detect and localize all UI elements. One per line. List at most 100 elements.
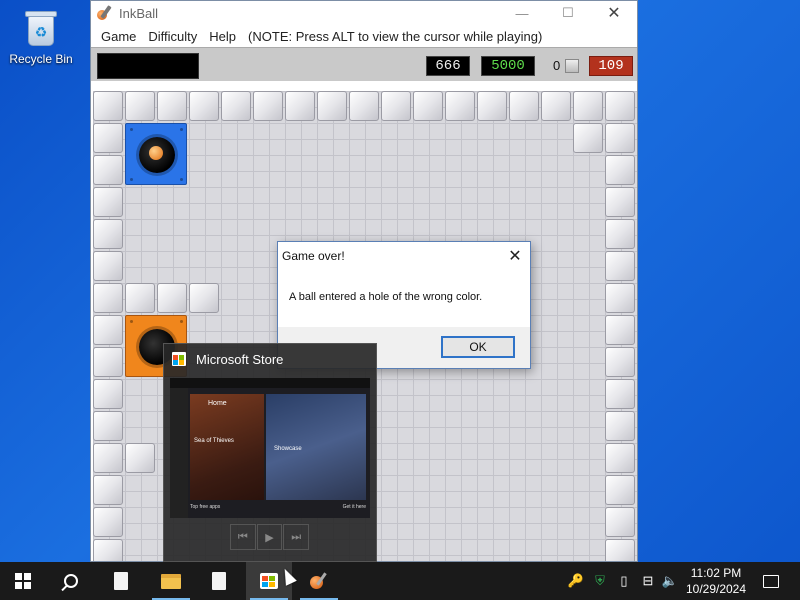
wall-tile — [221, 91, 251, 121]
wall-tile — [189, 283, 219, 313]
wall-tile — [605, 443, 635, 473]
wall-tile — [605, 187, 635, 217]
search-button[interactable] — [48, 562, 94, 600]
wall-tile — [605, 475, 635, 505]
wall-tile — [93, 443, 123, 473]
score-display: 666 — [426, 56, 470, 76]
wall-tile — [605, 91, 635, 121]
dialog-title: Game over! — [282, 248, 345, 263]
menu-difficulty[interactable]: Difficulty — [142, 29, 203, 44]
wall-tile — [317, 91, 347, 121]
wall-tile — [445, 91, 475, 121]
wall-tile — [125, 443, 155, 473]
store-thumbnail-preview[interactable]: Microsoft Store Home Sea of Thieves Show… — [163, 343, 377, 562]
wall-tile — [605, 315, 635, 345]
wall-tile — [93, 539, 123, 561]
wall-tile — [93, 251, 123, 281]
usb-icon[interactable]: ▯ — [614, 562, 634, 600]
wall-tile — [605, 283, 635, 313]
thumbnail-header: Microsoft Store — [164, 344, 376, 374]
recycle-bin[interactable]: ♻ Recycle Bin — [6, 8, 76, 66]
wall-tile — [189, 91, 219, 121]
window-title: InkBall — [119, 5, 159, 21]
lives-display: 109 — [589, 56, 633, 76]
taskbar-file-explorer[interactable] — [148, 562, 194, 600]
notification-icon — [763, 574, 779, 588]
store-home-label: Home — [208, 400, 227, 407]
system-clock[interactable]: 11:02 PM 10/29/2024 — [684, 565, 748, 597]
wall-tile — [605, 347, 635, 377]
taskbar-inkball[interactable] — [296, 562, 342, 600]
target-score-display: 5000 — [481, 56, 535, 76]
dialog-title-bar[interactable]: Game over! ✕ — [278, 242, 530, 269]
wall-tile — [125, 91, 155, 121]
close-button[interactable]: ✕ — [591, 1, 637, 25]
document-icon — [212, 572, 226, 590]
score-bar: 666 5000 0 109 — [91, 47, 637, 81]
minimize-button[interactable]: — — [499, 1, 545, 25]
wall-tile — [605, 507, 635, 537]
store-foot-right: Get it here — [342, 504, 366, 510]
wall-tile — [93, 475, 123, 505]
document-icon — [114, 572, 128, 590]
next-icon[interactable]: ⏭ — [283, 524, 310, 550]
wall-tile — [605, 251, 635, 281]
wall-tile — [349, 91, 379, 121]
taskbar-notepad[interactable] — [98, 562, 144, 600]
inkball-app-icon — [97, 5, 113, 21]
menu-bar: Game Difficulty Help (NOTE: Press ALT to… — [91, 25, 637, 47]
dialog-message: A ball entered a hole of the wrong color… — [289, 291, 483, 303]
recycle-bin-label: Recycle Bin — [9, 52, 73, 66]
menu-note: (NOTE: Press ALT to view the cursor whil… — [248, 28, 543, 44]
wall-tile — [605, 411, 635, 441]
wall-tile — [157, 91, 187, 121]
store-card2-text: Showcase — [274, 446, 302, 452]
wall-tile — [93, 123, 123, 153]
wall-tile — [573, 123, 603, 153]
start-button[interactable] — [0, 562, 46, 600]
search-icon — [64, 574, 78, 588]
volume-muted-icon[interactable]: 🔈 — [660, 562, 680, 600]
wall-tile — [285, 91, 315, 121]
store-card1-text: Sea of Thieves — [194, 438, 234, 444]
title-bar[interactable]: InkBall — ☐ ✕ — [91, 1, 637, 25]
shield-icon[interactable]: ⛨ — [590, 562, 610, 600]
network-icon[interactable]: ⊟ — [638, 562, 658, 600]
wall-tile — [93, 379, 123, 409]
previous-icon[interactable]: ⏮ — [230, 524, 256, 550]
dialog-close-button[interactable]: ✕ — [500, 242, 530, 269]
wall-tile — [93, 347, 123, 377]
wall-tile — [253, 91, 283, 121]
clock-time: 11:02 PM — [690, 566, 742, 580]
taskbar-document[interactable] — [196, 562, 242, 600]
thumbnail-media-controls: ⏮ ▶ ⏭ — [230, 524, 310, 550]
wall-tile — [93, 219, 123, 249]
store-screenshot: Home Sea of Thieves Showcase Top free ap… — [170, 378, 370, 518]
notification-button[interactable] — [754, 562, 788, 600]
wall-tile — [413, 91, 443, 121]
wall-tile — [93, 411, 123, 441]
wall-tile — [93, 315, 123, 345]
wall-tile — [125, 283, 155, 313]
recycle-bin-icon: ♻ — [24, 8, 58, 48]
key-icon[interactable]: 🔑 — [566, 562, 586, 600]
wall-tile — [93, 507, 123, 537]
play-icon[interactable]: ▶ — [256, 524, 283, 550]
wall-tile — [509, 91, 539, 121]
store-foot-left: Top free apps — [190, 504, 221, 510]
wall-tile — [157, 283, 187, 313]
wall-tile — [573, 91, 603, 121]
menu-game[interactable]: Game — [95, 29, 142, 44]
microsoft-store-icon — [260, 573, 278, 589]
wall-tile — [93, 283, 123, 313]
taskbar: 🔑 ⛨ ▯ ⊟ 🔈 11:02 PM 10/29/2024 — [0, 562, 800, 600]
microsoft-store-icon — [172, 352, 186, 366]
maximize-button[interactable]: ☐ — [545, 1, 591, 25]
wall-tile — [605, 155, 635, 185]
ok-button[interactable]: OK — [441, 336, 515, 358]
clock-date: 10/29/2024 — [685, 582, 747, 596]
wall-tile — [605, 123, 635, 153]
menu-help[interactable]: Help — [203, 29, 242, 44]
wall-tile — [93, 155, 123, 185]
windows-logo-icon — [15, 573, 31, 589]
